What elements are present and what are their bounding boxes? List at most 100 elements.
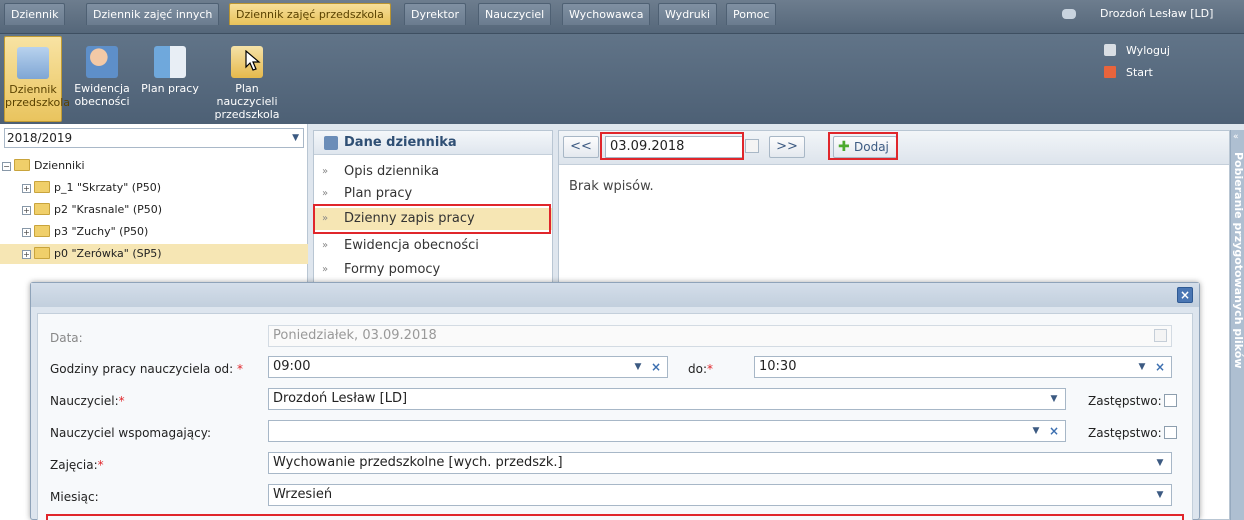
tree-item[interactable]: + p2 "Krasnale" (P50) <box>0 200 308 220</box>
ribbon-button-label: Plan nauczycieli przedszkola <box>214 82 280 121</box>
menu-tab-dziennik-zajec-innych[interactable]: Dziennik zajęć innych <box>86 3 220 25</box>
ribbon-ewidencja-obecnosci-button[interactable]: Ewidencja obecności <box>70 36 134 122</box>
substitution-checkbox[interactable] <box>1164 394 1177 407</box>
chevron-down-icon[interactable]: ▼ <box>1153 488 1167 502</box>
chevron-down-icon[interactable]: ▼ <box>1153 456 1167 470</box>
logout-link[interactable]: Wyloguj <box>1104 44 1170 57</box>
hours-to-label-text: do: <box>688 362 708 376</box>
folder-icon <box>34 225 50 237</box>
menu-tab-wydruki[interactable]: Wydruki <box>658 3 718 25</box>
nav-item-opis-dziennika[interactable]: » Opis dziennika <box>314 161 552 183</box>
classes-select[interactable]: Wychowanie przedszkolne [wych. przedszk.… <box>268 452 1172 474</box>
assistant-substitution-checkbox[interactable] <box>1164 426 1177 439</box>
expand-icon[interactable]: + <box>22 250 31 259</box>
clear-icon[interactable]: × <box>649 360 663 374</box>
ribbon-plan-pracy-button[interactable]: Plan pracy <box>140 36 200 122</box>
nav-item-formy-pomocy[interactable]: » Formy pomocy <box>314 259 552 281</box>
expand-panel-icon[interactable]: « <box>1233 132 1239 142</box>
required-mark: * <box>707 362 714 376</box>
prev-day-button[interactable]: << <box>563 136 599 158</box>
chevron-down-icon[interactable]: ▼ <box>631 360 645 374</box>
ribbon-dziennik-przedszkola-button[interactable]: Dziennik przedszkola <box>4 36 71 122</box>
diary-icon <box>324 136 338 150</box>
menu-tab-dyrektor[interactable]: Dyrektor <box>404 3 466 25</box>
calendar-icon <box>1154 329 1167 342</box>
user-name: Drozdoń Lesław [LD] <box>1100 7 1214 20</box>
tree-item-selected[interactable]: + p0 "Zerówka" (SP5) <box>0 244 308 264</box>
hours-to-select[interactable]: 10:30 ▼ × <box>754 356 1172 378</box>
menu-tab-dziennik-zajec-przedszkola[interactable]: Dziennik zajęć przedszkola <box>229 3 391 25</box>
add-button[interactable]: ✚ Dodaj <box>833 136 897 158</box>
teacher-value: Drozdoń Lesław [LD] <box>273 391 408 406</box>
next-day-button[interactable]: >> <box>769 136 805 158</box>
month-label: Miesiąc: <box>50 490 99 504</box>
nav-item-dzienny-zapis-pracy[interactable]: » Dzienny zapis pracy <box>314 208 552 230</box>
hours-from-select[interactable]: 09:00 ▼ × <box>268 356 668 378</box>
date-input[interactable]: 03.09.2018 <box>605 136 743 158</box>
home-icon <box>1104 66 1116 78</box>
chevron-down-icon[interactable]: ▼ <box>1047 392 1061 406</box>
nav-item-plan-pracy[interactable]: » Plan pracy <box>314 183 552 205</box>
teddy-bear-icon <box>17 47 49 79</box>
downloads-side-panel[interactable]: « Pobieranie przygotowanych plików <box>1230 130 1244 520</box>
chevron-down-icon[interactable]: ▼ <box>1135 360 1149 374</box>
panel-header: Dane dziennika <box>314 131 552 155</box>
mouse-cursor-icon <box>245 50 261 71</box>
tree-root-label: Dzienniki <box>34 159 85 172</box>
required-mark: * <box>97 458 104 472</box>
chevron-down-icon[interactable]: ▼ <box>1029 424 1043 438</box>
teacher-label-text: Nauczyciel: <box>50 394 119 408</box>
ribbon-button-label: Dziennik przedszkola <box>5 83 71 109</box>
date-label: Data: <box>50 331 83 345</box>
assistant-substitution-label: Zastępstwo: <box>1088 426 1162 440</box>
logout-label: Wyloguj <box>1126 44 1170 57</box>
clear-icon[interactable]: × <box>1047 424 1061 438</box>
chevron-down-icon[interactable]: ▼ <box>292 129 299 147</box>
nav-item-label: Opis dziennika <box>344 164 440 179</box>
collapse-icon[interactable]: − <box>2 162 11 171</box>
calendar-icon[interactable] <box>745 139 759 153</box>
calendar-plan-icon <box>154 46 186 78</box>
ribbon-plan-nauczycieli-button[interactable]: Plan nauczycieli przedszkola <box>206 36 288 122</box>
dialog-title-bar[interactable]: × <box>31 283 1199 307</box>
assistant-teacher-select[interactable]: ▼ × <box>268 420 1066 442</box>
folder-icon <box>34 181 50 193</box>
attendance-people-icon <box>86 46 118 78</box>
month-value: Wrzesień <box>273 487 333 502</box>
substitution-label: Zastępstwo: <box>1088 394 1162 408</box>
chevron-right-icon: » <box>322 264 329 275</box>
nav-item-ewidencja-obecnosci[interactable]: » Ewidencja obecności <box>314 235 552 257</box>
school-year-select[interactable]: 2018/2019 ▼ <box>4 128 304 148</box>
expand-icon[interactable]: + <box>22 184 31 193</box>
start-link[interactable]: Start <box>1104 66 1153 79</box>
tree-root-dzienniki[interactable]: − Dzienniki <box>0 156 308 176</box>
expand-icon[interactable]: + <box>22 228 31 237</box>
menu-tab-nauczyciel[interactable]: Nauczyciel <box>478 3 552 25</box>
tree-item[interactable]: + p_1 "Skrzaty" (P50) <box>0 178 308 198</box>
menu-tab-pomoc[interactable]: Pomoc <box>726 3 777 25</box>
classes-value: Wychowanie przedszkolne [wych. przedszk.… <box>273 455 563 470</box>
teacher-label: Nauczyciel:* <box>50 394 125 408</box>
close-button[interactable]: × <box>1177 287 1193 303</box>
lock-icon <box>1104 44 1116 56</box>
folder-icon <box>34 203 50 215</box>
clear-icon[interactable]: × <box>1153 360 1167 374</box>
tree-item-label: p2 "Krasnale" (P50) <box>54 203 163 216</box>
tree-item-label: p_1 "Skrzaty" (P50) <box>54 181 162 194</box>
menu-tab-dziennik[interactable]: Dziennik <box>4 3 66 25</box>
add-entry-dialog: × Data: Poniedziałek, 03.09.2018 Godziny… <box>30 282 1200 520</box>
chat-icon[interactable] <box>1062 9 1076 19</box>
menu-tab-wychowawca[interactable]: Wychowawca <box>562 3 651 25</box>
folder-icon <box>34 247 50 259</box>
expand-icon[interactable]: + <box>22 206 31 215</box>
tree-item-label: p0 "Zerówka" (SP5) <box>54 247 162 260</box>
nav-item-label: Ewidencja obecności <box>344 238 479 253</box>
teacher-select[interactable]: Drozdoń Lesław [LD] ▼ <box>268 388 1066 410</box>
work-hours-label: Godziny pracy nauczyciela od: * <box>50 362 243 376</box>
month-select[interactable]: Wrzesień ▼ <box>268 484 1172 506</box>
date-toolbar: << 03.09.2018 >> ✚ Dodaj <box>559 131 1229 165</box>
plus-icon: ✚ <box>838 139 850 155</box>
tree-item[interactable]: + p3 "Zuchy" (P50) <box>0 222 308 242</box>
classes-label-text: Zajęcia: <box>50 458 98 472</box>
required-mark: * <box>237 362 244 376</box>
